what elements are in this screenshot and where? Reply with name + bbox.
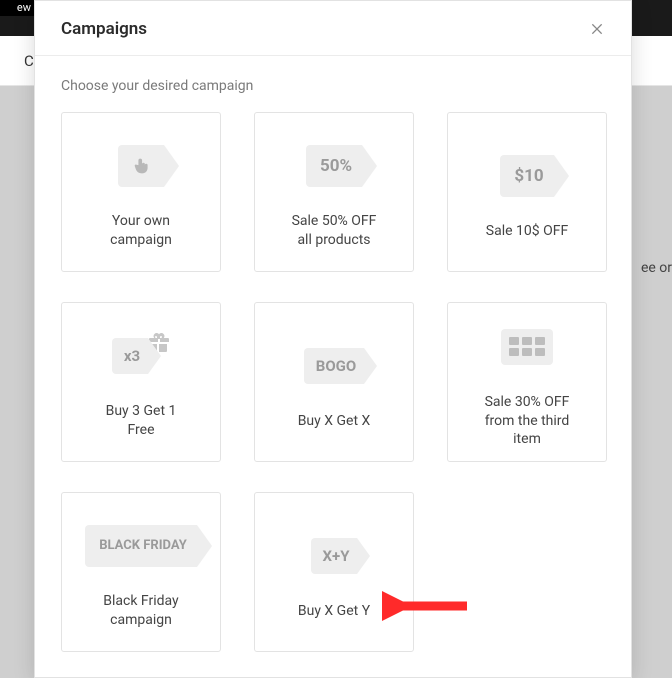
percent-tag-icon: 50% xyxy=(306,134,362,198)
card-label: Sale 30% OFF from the third item xyxy=(485,393,570,450)
close-button[interactable] xyxy=(585,17,609,41)
card-label: Sale 10$ OFF xyxy=(486,222,568,241)
bg-strip-initial: C xyxy=(24,52,34,70)
black-friday-tag-icon: BLACK FRIDAY xyxy=(85,514,197,578)
card-label: Your own campaign xyxy=(110,212,172,250)
campaign-card-sale-10[interactable]: $10 Sale 10$ OFF xyxy=(447,112,607,272)
campaign-card-sale-30-third[interactable]: Sale 30% OFF from the third item xyxy=(447,302,607,462)
modal-title: Campaigns xyxy=(61,19,147,39)
x3-gift-icon: x3 xyxy=(112,324,170,388)
bg-right-text-fragment: ee or xyxy=(641,260,672,276)
campaign-card-buy-x-get-y[interactable]: X+Y Buy X Get Y xyxy=(254,492,414,652)
dollar-tag-icon: $10 xyxy=(500,144,553,208)
card-label: Buy X Get X xyxy=(298,412,371,431)
campaign-card-black-friday[interactable]: BLACK FRIDAY Black Friday campaign xyxy=(61,492,221,652)
hand-tag-icon xyxy=(118,134,164,198)
card-label: Buy 3 Get 1 Free xyxy=(106,402,177,440)
modal-header: Campaigns xyxy=(35,1,631,56)
modal-subtitle: Choose your desired campaign xyxy=(61,78,605,94)
xplusy-tag-icon: X+Y xyxy=(311,524,358,588)
campaigns-modal: Campaigns Choose your desired campaign Y… xyxy=(34,0,632,678)
bogo-tag-icon: BOGO xyxy=(304,334,364,398)
card-label: Buy X Get Y xyxy=(298,602,370,621)
card-label: Black Friday campaign xyxy=(103,592,178,630)
campaign-card-buy3get1[interactable]: x3 Buy 3 Get 1 Free xyxy=(61,302,221,462)
campaign-grid: Your own campaign 50% Sale 50% OFF all p… xyxy=(61,112,605,652)
card-label: Sale 50% OFF all products xyxy=(292,212,377,250)
campaign-card-bogo[interactable]: BOGO Buy X Get X xyxy=(254,302,414,462)
modal-body: Choose your desired campaign Your own ca… xyxy=(35,56,631,662)
campaign-card-your-own[interactable]: Your own campaign xyxy=(61,112,221,272)
campaign-card-sale-50[interactable]: 50% Sale 50% OFF all products xyxy=(254,112,414,272)
close-icon xyxy=(589,21,605,37)
grid-items-icon xyxy=(501,315,553,379)
bg-top-button-fragment: ew xyxy=(0,0,35,16)
